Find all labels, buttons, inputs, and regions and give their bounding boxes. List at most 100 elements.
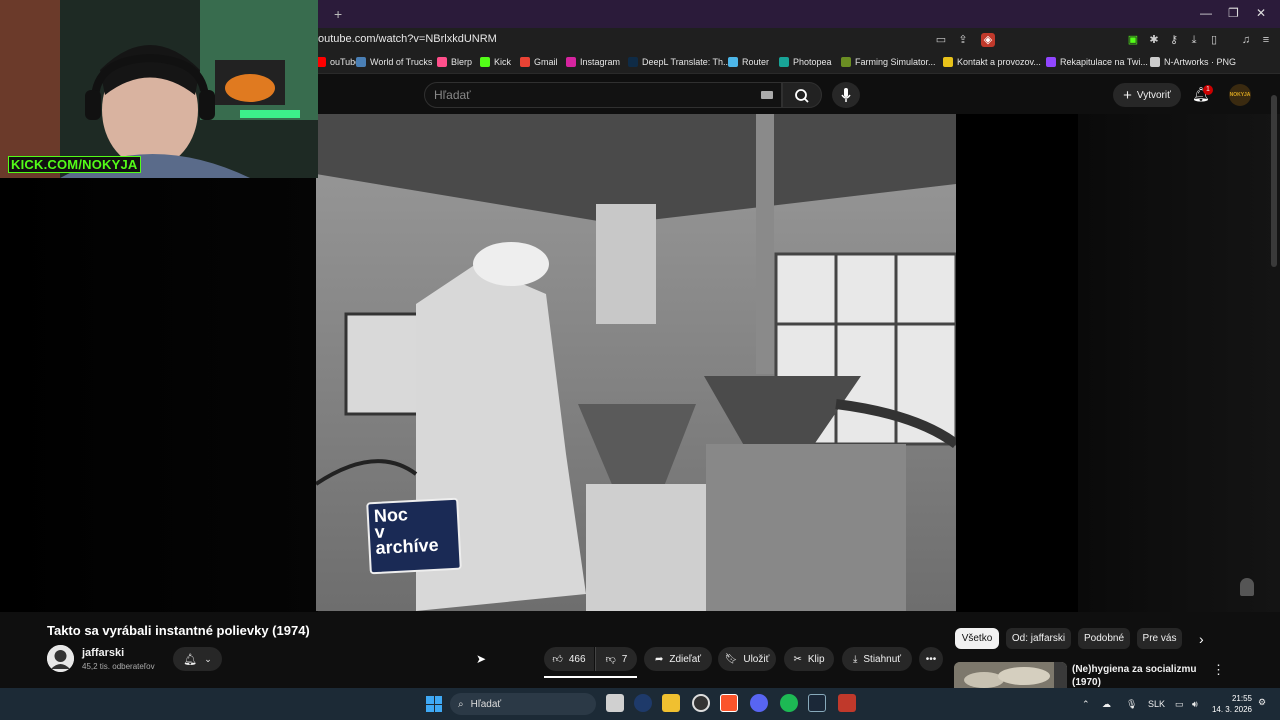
recommendation-title[interactable]: (Ne)hygiena za socializmu (1970) [1072, 663, 1202, 689]
video-player[interactable]: Noc v archíve [316, 114, 956, 611]
trash-icon[interactable]: ▯ [1207, 33, 1221, 47]
scissors-icon: ✂ [793, 653, 802, 665]
tray-chevron-up-icon[interactable]: ⌃ [1082, 699, 1090, 710]
chip-similar[interactable]: Podobné [1078, 628, 1130, 649]
spotify-icon[interactable] [780, 694, 798, 712]
tray-mic-icon[interactable]: 🎙︎ [1126, 699, 1137, 710]
bookmark-favicon-icon [566, 57, 576, 67]
bookmark-favicon-icon [943, 57, 953, 67]
vertical-dots-icon[interactable]: ⋮ [1212, 662, 1225, 678]
notification-center-icon[interactable]: ⚙ [1258, 697, 1266, 708]
keyboard-icon[interactable] [761, 91, 773, 99]
minimize-icon[interactable]: — [1200, 6, 1212, 20]
windows-start-icon[interactable] [426, 696, 442, 712]
bookmark-favicon-icon [728, 57, 738, 67]
taskbar-search[interactable]: ⌕ Hľadať [450, 693, 596, 715]
channel-name[interactable]: jaffarski [82, 647, 124, 659]
bookmark-favicon-icon [628, 57, 638, 67]
bookmark-item[interactable]: Farming Simulator... [841, 57, 936, 67]
bookmark-item[interactable]: DeepL Translate: Th... [628, 57, 731, 67]
dislike-button[interactable]: 👎︎ 7 [595, 647, 637, 671]
more-dots-icon: ••• [925, 653, 937, 665]
install-app-icon[interactable]: ▭ [934, 33, 948, 47]
bookmark-item[interactable]: Kontakt a provozov... [943, 57, 1041, 67]
close-icon[interactable]: ✕ [1256, 6, 1266, 20]
more-actions-button[interactable]: ••• [919, 647, 943, 671]
search-icon [795, 89, 809, 103]
like-ratio-bar [544, 676, 637, 678]
bookmark-item[interactable]: Kick [480, 57, 511, 67]
mouse-cursor-icon: ➤ [476, 652, 487, 666]
extension-kick-icon[interactable]: ▣ [1126, 33, 1140, 47]
bookmark-label: Gmail [534, 57, 558, 67]
clip-button[interactable]: ✂ Klip [784, 647, 834, 671]
bookmark-label: Rekapitulace na Twi... [1060, 57, 1148, 67]
extensions-icon[interactable]: ✱ [1147, 33, 1161, 47]
bookmark-item[interactable]: Rekapitulace na Twi... [1046, 57, 1148, 67]
subscribed-button[interactable]: 🔔︎ ⌄ [173, 647, 222, 671]
tray-display-icon[interactable]: ▭ [1175, 699, 1184, 710]
share-label: Zdieľať [669, 653, 702, 665]
app-icon-red[interactable] [838, 694, 856, 712]
brave-shield-icon[interactable]: ◈ [981, 33, 995, 47]
language-indicator[interactable]: SLK [1148, 699, 1165, 709]
download-button[interactable]: ⤓ Stiahnuť [842, 647, 912, 671]
webcam-overlay [0, 0, 318, 178]
bookmark-favicon-icon [779, 57, 789, 67]
bookmark-item[interactable]: ouTube [316, 57, 360, 67]
tray-volume-icon[interactable]: 🔊︎ [1192, 699, 1198, 710]
bookmark-item[interactable]: Gmail [520, 57, 558, 67]
chip-for-you[interactable]: Pre vás [1137, 628, 1182, 649]
search-placeholder[interactable]: Hľadať [434, 88, 471, 102]
steam-icon[interactable] [808, 694, 826, 712]
tray-network-app-icon[interactable]: ☁ [1102, 699, 1111, 710]
new-tab-button[interactable]: + [334, 6, 342, 22]
recommendation-thumbnail[interactable] [954, 662, 1067, 690]
bookmark-item[interactable]: Blerp [437, 57, 472, 67]
bookmark-label: Blerp [451, 57, 473, 67]
avatar[interactable]: NOKYJA [1229, 84, 1251, 106]
chip-all[interactable]: Všetko [955, 628, 999, 649]
url-text[interactable]: outube.com/watch?v=NBrlxkdUNRM [318, 33, 497, 45]
bookmark-item[interactable]: Instagram [566, 57, 620, 67]
bookmark-favicon-icon [1046, 57, 1056, 67]
bookmark-favicon-icon [437, 57, 447, 67]
like-button[interactable]: 👍︎ 466 [544, 647, 594, 671]
system-clock[interactable]: 21:55 14. 3. 2026 [1210, 693, 1252, 715]
bell-icon: 🔔︎ [183, 653, 198, 666]
bookmark-favicon-icon [520, 57, 530, 67]
chip-from-channel[interactable]: Od: jaffarski [1006, 628, 1071, 649]
bookmark-item[interactable]: N-Artworks · PNG [1150, 57, 1236, 67]
dislike-count: 7 [621, 653, 628, 665]
app-icon-blue[interactable] [634, 694, 652, 712]
task-view-icon[interactable] [606, 694, 624, 712]
page-scrollbar[interactable] [1271, 95, 1277, 267]
password-key-icon[interactable]: ⚷ [1167, 33, 1181, 47]
brave-browser-icon[interactable] [720, 694, 738, 712]
logo-line-3: archíve [375, 534, 440, 559]
file-explorer-icon[interactable] [662, 694, 680, 712]
music-icon[interactable]: ♫ [1239, 33, 1253, 47]
channel-avatar[interactable] [47, 645, 74, 672]
bookmark-item[interactable]: World of Trucks [356, 57, 432, 67]
chevron-right-icon[interactable]: › [1199, 631, 1204, 647]
bookmark-favicon-icon [480, 57, 490, 67]
kick-channel-badge: KICK.COM/NOKYJA [8, 156, 141, 173]
bookmark-item[interactable]: Router [728, 57, 769, 67]
github-icon[interactable] [692, 694, 710, 712]
save-button[interactable]: 🔖︎ Uložiť [718, 647, 776, 671]
share-icon[interactable]: ⇪ [956, 33, 970, 47]
share-button[interactable]: ➦ Zdieľať [644, 647, 712, 671]
voice-search-button[interactable] [832, 82, 860, 108]
maximize-icon[interactable]: ❐ [1228, 6, 1239, 20]
menu-icon[interactable]: ≡ [1259, 33, 1273, 47]
search-button[interactable] [782, 82, 822, 108]
channel-avatar-image [47, 645, 74, 672]
search-input[interactable] [424, 82, 782, 108]
download-icon[interactable]: ⤓ [1187, 33, 1201, 47]
bookmark-label: Kick [494, 57, 512, 67]
discord-icon[interactable] [750, 694, 768, 712]
plus-icon: + [1123, 86, 1132, 104]
bookmark-item[interactable]: Photopea [779, 57, 832, 67]
create-button[interactable]: + Vytvoriť [1113, 83, 1181, 107]
